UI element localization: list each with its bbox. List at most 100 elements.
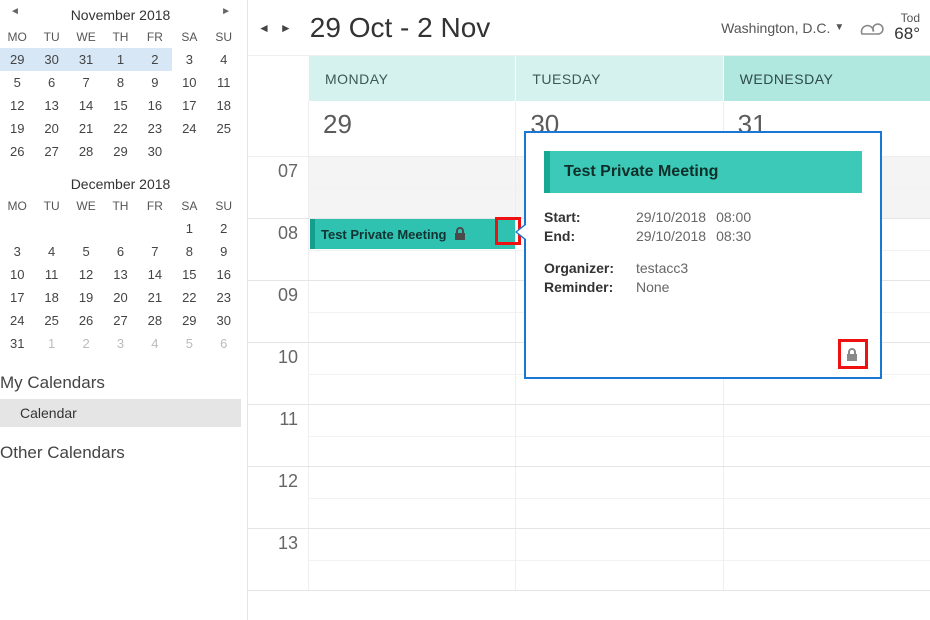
calendar-list-item[interactable]: Calendar (0, 399, 241, 427)
mini-cal-day[interactable]: 15 (103, 94, 137, 117)
mini-cal-day[interactable]: 29 (0, 48, 34, 71)
day-header-monday[interactable]: MONDAY (308, 56, 515, 101)
mini-cal-day[interactable]: 8 (103, 71, 137, 94)
mini-cal-day[interactable]: 22 (103, 117, 137, 140)
mini-cal-day[interactable]: 25 (207, 117, 241, 140)
mini-cal-next-icon[interactable]: ► (221, 6, 231, 17)
mini-cal-day[interactable]: 18 (207, 94, 241, 117)
time-slot[interactable] (308, 343, 515, 404)
mini-cal-day[interactable]: 30 (34, 48, 68, 71)
mini-cal-day[interactable]: 29 (172, 309, 206, 332)
mini-cal-day[interactable]: 3 (0, 240, 34, 263)
mini-cal-day[interactable]: 2 (138, 48, 172, 71)
mini-cal-day[interactable]: 5 (0, 71, 34, 94)
mini-cal-day[interactable]: 15 (172, 263, 206, 286)
calendar-event[interactable]: Test Private Meeting (310, 219, 515, 249)
mini-cal-day[interactable]: 3 (103, 332, 137, 355)
mini-cal-day[interactable]: 18 (34, 286, 68, 309)
mini-cal-day[interactable]: 12 (69, 263, 103, 286)
mini-cal-day[interactable]: 14 (69, 94, 103, 117)
time-slot[interactable] (308, 467, 515, 528)
time-slot[interactable] (308, 157, 515, 218)
mini-cal-day[interactable]: 9 (207, 240, 241, 263)
mini-cal-day[interactable]: 30 (207, 309, 241, 332)
mini-cal-day[interactable]: 4 (34, 240, 68, 263)
next-week-icon[interactable]: ► (280, 21, 292, 35)
weather-temp: Tod 68° (894, 12, 920, 44)
mini-cal-day[interactable]: 19 (0, 117, 34, 140)
mini-cal-day[interactable]: 13 (103, 263, 137, 286)
tooltip-pointer (515, 223, 526, 241)
time-slot[interactable] (515, 529, 722, 590)
mini-cal-day[interactable]: 27 (34, 140, 68, 163)
mini-cal-day[interactable]: 2 (207, 217, 241, 240)
mini-cal-day[interactable]: 22 (172, 286, 206, 309)
day-header-wednesday[interactable]: WEDNESDAY (723, 56, 930, 101)
mini-cal-day[interactable]: 8 (172, 240, 206, 263)
mini-cal-day[interactable]: 11 (207, 71, 241, 94)
time-slot[interactable] (723, 467, 930, 528)
mini-cal-day[interactable]: 20 (34, 117, 68, 140)
mini-cal-day[interactable]: 6 (103, 240, 137, 263)
mini-cal-day[interactable]: 10 (172, 71, 206, 94)
prev-week-icon[interactable]: ◄ (258, 21, 270, 35)
mini-cal-day[interactable]: 1 (103, 48, 137, 71)
weather-widget[interactable]: Washington, D.C. ▼ Tod 68° (721, 12, 920, 44)
other-calendars-heading[interactable]: Other Calendars (0, 435, 241, 469)
mini-cal-day[interactable]: 3 (172, 48, 206, 71)
mini-cal-day[interactable]: 7 (69, 71, 103, 94)
mini-cal-day[interactable]: 2 (69, 332, 103, 355)
mini-cal-day[interactable]: 5 (69, 240, 103, 263)
mini-cal-day[interactable]: 6 (207, 332, 241, 355)
mini-cal-day[interactable]: 9 (138, 71, 172, 94)
mini-cal-day[interactable]: 16 (138, 94, 172, 117)
mini-cal-day[interactable]: 16 (207, 263, 241, 286)
mini-cal-day[interactable]: 13 (34, 94, 68, 117)
mini-cal-day[interactable]: 17 (172, 94, 206, 117)
mini-cal-day[interactable]: 29 (103, 140, 137, 163)
time-slot[interactable] (308, 529, 515, 590)
mini-cal-day[interactable]: 24 (0, 309, 34, 332)
mini-cal-day[interactable]: 26 (69, 309, 103, 332)
mini-cal-day[interactable]: 21 (138, 286, 172, 309)
time-slot[interactable] (308, 405, 515, 466)
date-cell[interactable]: 29 (308, 101, 515, 156)
my-calendars-heading[interactable]: My Calendars (0, 365, 241, 399)
mini-cal-day[interactable]: 20 (103, 286, 137, 309)
mini-cal-day[interactable]: 27 (103, 309, 137, 332)
mini-cal-day[interactable]: 14 (138, 263, 172, 286)
mini-cal-day[interactable]: 4 (207, 48, 241, 71)
mini-cal-prev-icon[interactable]: ◄ (10, 6, 20, 17)
mini-cal-day[interactable]: 30 (138, 140, 172, 163)
mini-cal-day[interactable]: 10 (0, 263, 34, 286)
mini-cal-day[interactable]: 12 (0, 94, 34, 117)
mini-cal-day[interactable]: 25 (34, 309, 68, 332)
time-slot[interactable] (308, 281, 515, 342)
mini-cal-day[interactable]: 6 (34, 71, 68, 94)
mini-cal-day[interactable]: 19 (69, 286, 103, 309)
mini-cal-day[interactable]: 21 (69, 117, 103, 140)
mini-cal-day[interactable]: 31 (69, 48, 103, 71)
time-slot[interactable] (723, 405, 930, 466)
mini-cal-day[interactable]: 28 (69, 140, 103, 163)
mini-cal-day[interactable]: 11 (34, 263, 68, 286)
mini-cal-day[interactable]: 23 (138, 117, 172, 140)
mini-cal-day[interactable]: 1 (172, 217, 206, 240)
day-header-tuesday[interactable]: TUESDAY (515, 56, 722, 101)
hour-row: 12 (248, 467, 930, 529)
time-slot[interactable] (515, 405, 722, 466)
mini-cal-day[interactable]: 1 (34, 332, 68, 355)
mini-cal-day[interactable]: 26 (0, 140, 34, 163)
mini-cal-day (69, 217, 103, 240)
mini-cal-day[interactable]: 24 (172, 117, 206, 140)
tooltip-end-date: 29/10/2018 (636, 228, 706, 244)
mini-cal-day[interactable]: 17 (0, 286, 34, 309)
mini-cal-day[interactable]: 31 (0, 332, 34, 355)
mini-cal-day[interactable]: 28 (138, 309, 172, 332)
mini-cal-day[interactable]: 5 (172, 332, 206, 355)
mini-cal-day[interactable]: 23 (207, 286, 241, 309)
mini-cal-day[interactable]: 4 (138, 332, 172, 355)
mini-cal-day[interactable]: 7 (138, 240, 172, 263)
time-slot[interactable] (515, 467, 722, 528)
time-slot[interactable] (723, 529, 930, 590)
